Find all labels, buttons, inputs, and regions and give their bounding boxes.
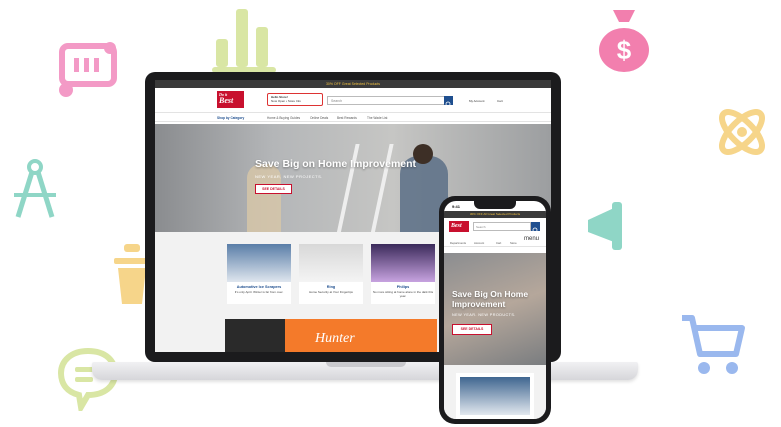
cart-icon [682,315,745,374]
hero-subtitle: NEW YEAR, NEW PROJECTS. [255,174,323,179]
laptop-notch [326,362,406,367]
phone-promo-bar[interactable]: 30% OFF All Great Selected Products [444,211,546,218]
cart-link[interactable]: Cart [497,99,503,103]
hero-title: Save Big on Home Improvement [255,158,417,170]
svg-text:$: $ [617,35,632,65]
see-details-button[interactable]: SEE DETAILS [255,184,292,194]
product-title: Ring [326,285,336,289]
phone-products [444,365,546,419]
product-image [227,244,291,282]
phone-product-image [460,377,530,415]
compass-icon [14,159,56,218]
phone-hero-subtitle: NEW YEAR. NEW PRODUCTS. [452,313,516,317]
product-image [371,244,435,282]
phone-nav-account[interactable]: Account [474,241,484,245]
showcase-stage: $ 30% OFF Great Selected Products Do it … [0,0,781,427]
phone-menu-button[interactable]: menu [524,236,539,242]
product-image [299,244,363,282]
phone-notch [474,201,516,209]
logo-bottom-text: Best [219,96,234,105]
search-button[interactable] [444,96,453,108]
atom-icon [719,109,765,155]
phone-logo[interactable]: Best [449,221,469,232]
megaphone-icon [588,202,622,250]
search-icon [445,101,452,108]
site-logo[interactable]: Do it Best [217,91,244,108]
tag-icon [59,42,117,97]
phone-frame: 9:41 30% OFF All Great Selected Products… [439,196,551,424]
phone-hero-banner: Save Big On Home Improvement NEW YEAR. N… [444,253,546,365]
product-desc: Home Security at Your Fingertips [309,290,353,294]
product-card[interactable]: Ring Home Security at Your Fingertips [299,244,363,304]
banner-fan-image [225,319,285,352]
nav-shop-by-category[interactable]: Shop by Category [217,116,244,120]
phone-header: Best Search [444,218,546,234]
phone-search-button[interactable] [531,222,540,234]
bar-chart-icon [212,9,276,73]
store-selector[interactable]: Hello Store! Now Open • Store Info [267,93,323,106]
product-desc: It's only April. Winter is far from over… [234,290,284,294]
product-title: Philips [396,285,410,289]
product-desc: No more sitting at home alone in the dar… [372,290,434,298]
banner-brand: Hunter [315,331,355,346]
phone-search-input[interactable]: Search [473,222,531,231]
nav-online-deals[interactable]: Online Deals [310,116,328,120]
phone-screen: 9:41 30% OFF All Great Selected Products… [444,201,546,419]
product-card[interactable]: Automotive Ice Scrapers It's only April.… [227,244,291,304]
phone-hero-title: Save Big On Home Improvement [452,289,529,309]
money-bag-icon: $ [599,10,649,72]
search-input[interactable]: Search [327,96,445,105]
nav-wade-list[interactable]: The Wade List [367,116,387,120]
product-card[interactable]: Philips No more sitting at home alone in… [371,244,435,304]
phone-nav-departments[interactable]: Departments [450,241,466,245]
phone-nav-store[interactable]: Store [510,241,517,245]
main-nav: Shop by Category Home & Buying Guides On… [155,112,551,122]
my-account-link[interactable]: My Account [469,99,485,103]
store-hours: Now Open • Store Info [271,99,301,103]
site-header: Do it Best Hello Store! Now Open • Store… [155,88,551,112]
promo-bar[interactable]: 30% OFF Great Selected Products [155,80,551,88]
phone-see-details-button[interactable]: SEE DETAILS [452,324,492,335]
brand-banner[interactable]: Hunter [225,319,437,352]
product-title: Automotive Ice Scrapers [236,285,282,289]
phone-nav-cart[interactable]: Cart [496,241,501,245]
phone-icon-bar: Departments Account Cart Store menu [444,234,546,247]
nav-guides[interactable]: Home & Buying Guides [267,116,300,120]
phone-product-card[interactable] [456,373,534,419]
nav-best-rewards[interactable]: Best Rewards [337,116,357,120]
